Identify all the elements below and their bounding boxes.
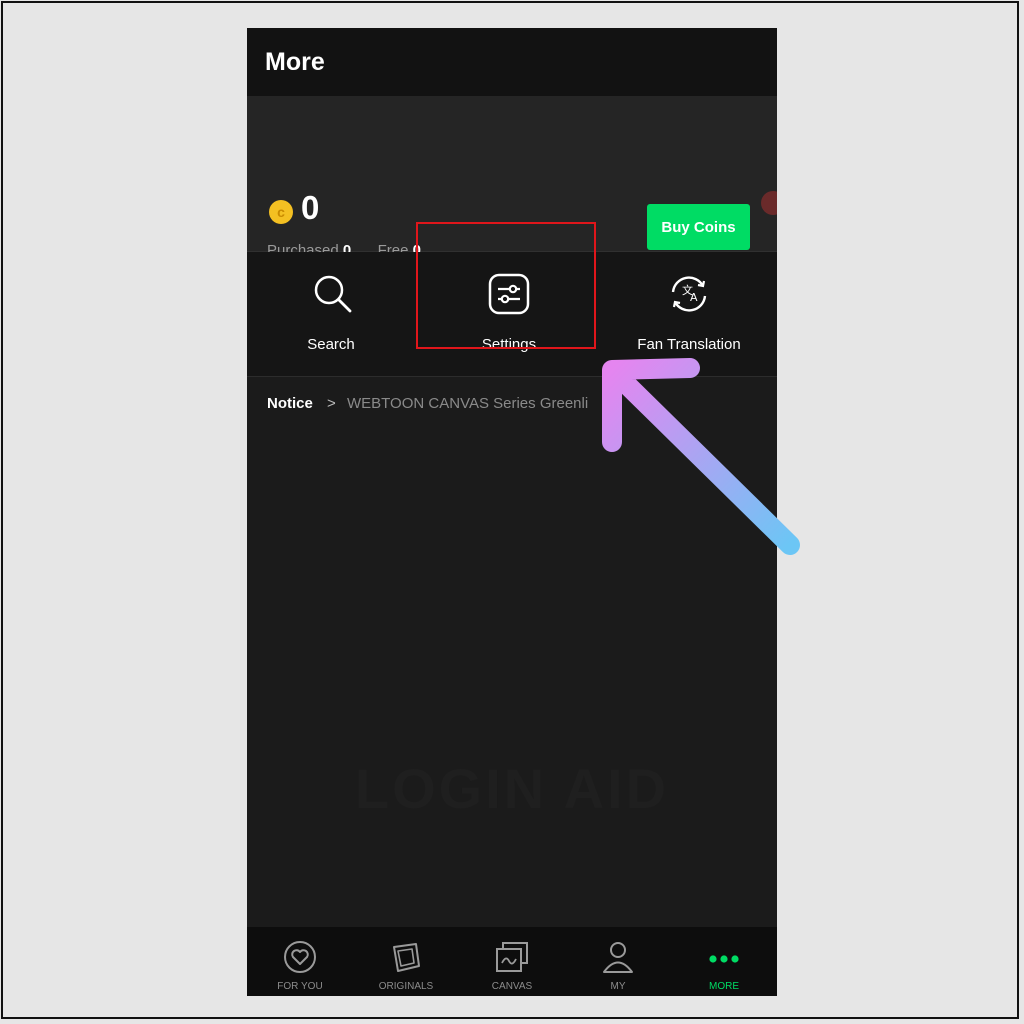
app-screen: More c 0 Purchased 0 Free 0 Buy Coins Se… — [247, 28, 777, 996]
menu-item-label: Search — [307, 336, 355, 353]
buy-coins-button[interactable]: Buy Coins — [647, 204, 750, 250]
coin-balance: 0 — [301, 189, 320, 226]
top-bar: More — [247, 28, 777, 96]
nav-item-my[interactable]: MY — [565, 927, 671, 996]
search-icon — [314, 275, 352, 313]
nav-label: CANVAS — [491, 981, 533, 992]
notice-row[interactable]: Notice > WEBTOON CANVAS Series Greenli — [247, 376, 777, 428]
watermark: LOGIN AID — [354, 757, 670, 820]
page-title: More — [265, 48, 325, 76]
menu-item-fan-translation[interactable]: 文 A Fan Translation — [601, 252, 777, 376]
svg-text:A: A — [690, 291, 698, 304]
nav-label: FOR YOU — [277, 981, 323, 992]
person-icon — [603, 942, 633, 973]
menu-item-label: Fan Translation — [637, 336, 741, 353]
notice-text: WEBTOON CANVAS Series Greenli — [347, 395, 589, 412]
menu-item-search[interactable]: Search — [247, 252, 415, 376]
settings-highlight-box — [416, 222, 596, 349]
nav-label: ORIGINALS — [378, 981, 434, 992]
bottom-nav: FOR YOU ORIGINALS CANVAS MY MORE — [247, 927, 777, 996]
nav-item-for-you[interactable]: FOR YOU — [247, 927, 353, 996]
nav-item-originals[interactable]: ORIGINALS — [353, 927, 459, 996]
nav-item-canvas[interactable]: CANVAS — [459, 927, 565, 996]
heart-icon — [284, 941, 316, 973]
translate-icon: 文 A — [671, 276, 707, 312]
notice-label: Notice — [267, 395, 313, 412]
nav-label: MY — [610, 981, 626, 992]
nav-label: MORE — [709, 981, 739, 992]
notification-dot — [761, 191, 777, 215]
chevron-right-icon: > — [327, 395, 336, 412]
more-dots-icon — [709, 955, 739, 963]
canvas-icon — [496, 942, 528, 972]
nav-item-more[interactable]: MORE — [671, 927, 777, 996]
coin-icon: c — [269, 200, 293, 224]
originals-icon — [393, 943, 420, 972]
